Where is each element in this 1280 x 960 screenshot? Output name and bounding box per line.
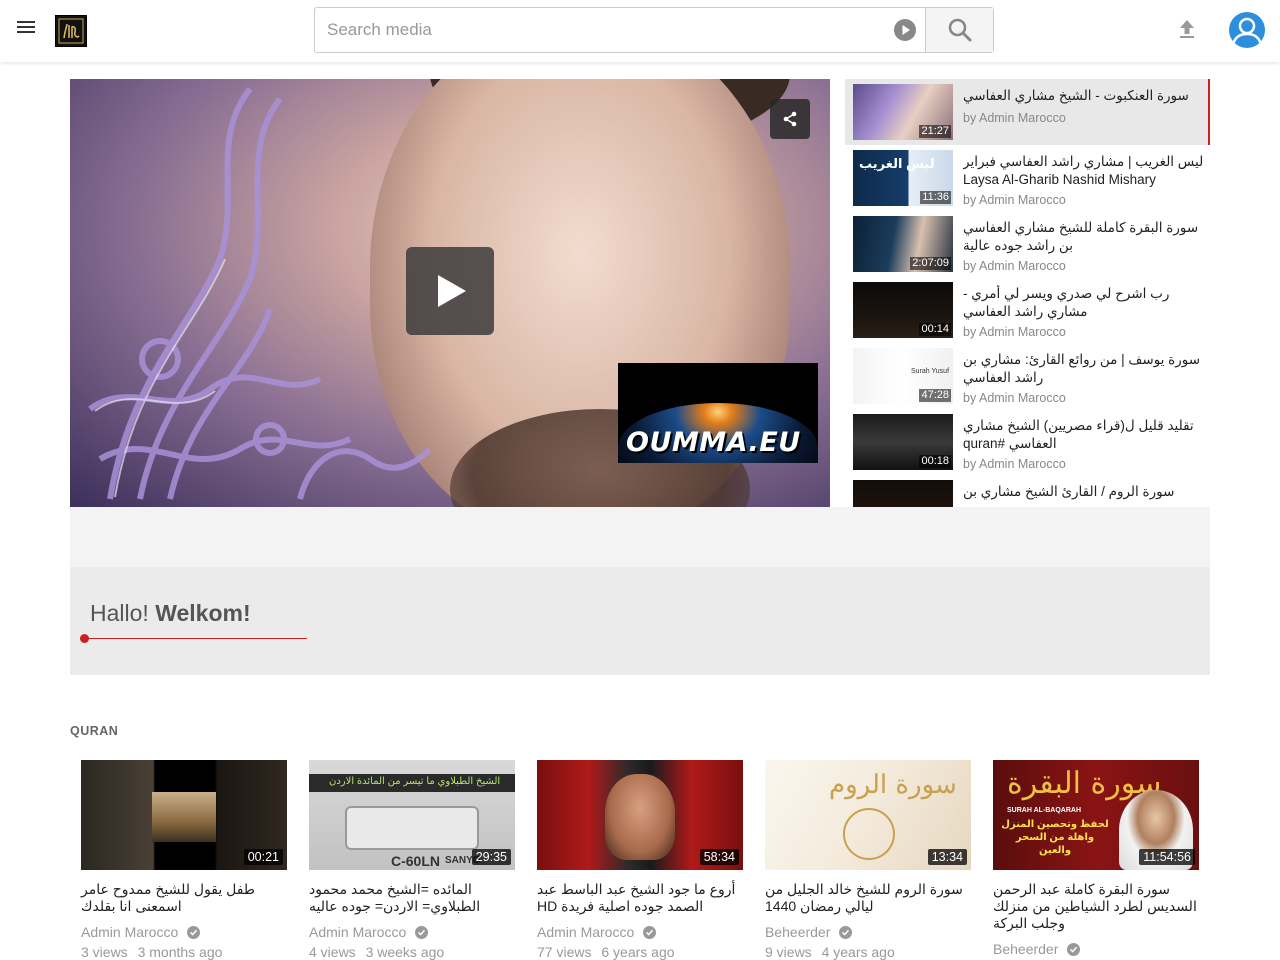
duration-badge: 21:27 [919, 125, 951, 138]
playlist-item-title: سورة العنكبوت - الشيخ مشاري العفاسي [963, 88, 1189, 103]
top-header [0, 0, 1280, 62]
thumbnail-subtitle: SURAH AL-BAQARAH [1007, 807, 1082, 814]
video-thumbnail[interactable]: الشيخ الطبلاوي ما تيسر من المائدة الاردن… [309, 760, 515, 870]
video-meta: 4 views 3 weeks ago [309, 944, 445, 960]
play-button[interactable] [406, 247, 494, 335]
player-bottom-strip [70, 507, 1210, 567]
duration-badge: 13:34 [927, 849, 967, 865]
video-author[interactable]: Admin Marocco [309, 924, 515, 940]
play-icon [438, 275, 466, 307]
video-thumbnail[interactable]: 58:34 [537, 760, 743, 870]
video-player[interactable]: OUMMA.EU [70, 79, 830, 507]
playlist-item-author: by Admin Marocco [963, 111, 1066, 125]
thumbnail-yellow-text: لحفظ وتحصين المنزل واهلة من السحر والعين [1001, 819, 1109, 856]
section-title[interactable]: QURAN [70, 724, 118, 738]
welcome-heading: Hallo! Welkom! [90, 600, 251, 626]
video-meta: 3 views 3 months ago [81, 944, 223, 960]
thumbnail-caption: ليس الغريب [859, 156, 935, 171]
thumbnail-caption: Surah Yusuf [911, 368, 950, 375]
verified-icon [187, 925, 201, 939]
playlist-thumbnail: 21:27 [853, 84, 953, 140]
playlist-item[interactable]: 00:18 تقليد قليل ل(قراء مصريين) الشيخ مش… [845, 409, 1210, 475]
duration-badge: 11:54:56 [1139, 849, 1195, 865]
video-card: 00:21 طفل يقول للشيخ ممدوح عامر اسمعنى ا… [81, 760, 287, 960]
search-icon [948, 18, 971, 42]
hamburger-menu-icon[interactable] [14, 18, 38, 42]
playlist-item-author: by Admin Marocco [963, 391, 1066, 405]
verified-icon [415, 925, 429, 939]
playlist-thumbnail: 00:14 [853, 282, 953, 338]
playlist-thumbnail: 2:07:09 [853, 216, 953, 272]
video-card: الشيخ الطبلاوي ما تيسر من المائدة الاردن… [309, 760, 515, 960]
playlist-item-author: by Admin Marocco [963, 259, 1066, 273]
playlist-item[interactable]: ليس الغريب 11:36 ليس الغريب | مشاري راشد… [845, 145, 1210, 211]
video-card: سورة البقرة SURAH AL-BAQARAH لحفظ وتحصين… [993, 760, 1199, 957]
watermark-text: OUMMA.EU [626, 427, 801, 458]
video-meta: 77 views 6 years ago [537, 944, 675, 960]
channel-watermark: OUMMA.EU [618, 363, 818, 463]
playlist-item-title: رب اشرح لي صدري ويسر لي أمري - مشاري راش… [963, 286, 1170, 319]
search-bar [314, 7, 994, 53]
playlist-item-title: تقليد قليل ل(قراء مصريين) الشيخ مشاري ال… [963, 418, 1194, 451]
thumbnail-caption: سورة الروم [829, 770, 957, 800]
playlist-item-title: سورة البقرة كاملة للشيخ مشاري العفاسي بن… [963, 220, 1199, 253]
playlist-thumbnail: ليس الغريب 11:36 [853, 150, 953, 206]
playlist-item-title: ليس الغريب | مشاري راشد العفاسي فبراير L… [963, 154, 1204, 187]
playlist-item-author: by Admin Marocco [963, 457, 1066, 471]
video-card: 58:34 أروع ما جود الشيخ عبد الباسط عبد ا… [537, 760, 743, 960]
duration-badge: 47:28 [919, 389, 951, 402]
welcome-banner: Hallo! Welkom! [70, 567, 1210, 675]
duration-badge: 58:34 [699, 849, 739, 865]
video-author[interactable]: Beheerder [993, 941, 1199, 957]
duration-badge: 00:14 [919, 323, 951, 336]
playlist-item[interactable]: سورة الروم / القارئ الشيخ مشاري بن [845, 475, 1210, 507]
video-title[interactable]: طفل يقول للشيخ ممدوح عامر اسمعنى انا بقل… [81, 881, 287, 915]
play-circle-icon[interactable] [885, 8, 925, 52]
playlist-item-author: by Admin Marocco [963, 193, 1066, 207]
video-title[interactable]: أروع ما جود الشيخ عبد الباسط عبد الصمد ج… [537, 881, 743, 915]
playlist-thumbnail [853, 480, 953, 507]
video-card: سورة الروم 13:34 سورة الروم للشيخ خالد ا… [765, 760, 971, 960]
playlist-item[interactable]: 2:07:09 سورة البقرة كاملة للشيخ مشاري ال… [845, 211, 1210, 277]
duration-badge: 2:07:09 [910, 257, 951, 270]
share-button[interactable] [770, 99, 810, 139]
cassette-label: C-60LN [391, 853, 441, 869]
video-thumbnail[interactable]: سورة البقرة SURAH AL-BAQARAH لحفظ وتحصين… [993, 760, 1199, 870]
playlist-panel: 21:27 سورة العنكبوت - الشيخ مشاري العفاس… [845, 79, 1210, 507]
video-thumbnail[interactable]: 00:21 [81, 760, 287, 870]
playlist-thumbnail: Surah Yusuf 47:28 [853, 348, 953, 404]
playlist-item[interactable]: 00:14 رب اشرح لي صدري ويسر لي أمري - مشا… [845, 277, 1210, 343]
playlist-item-title: سورة الروم / القارئ الشيخ مشاري بن [963, 484, 1175, 499]
duration-badge: 29:35 [471, 849, 511, 865]
video-meta: 9 views 4 years ago [765, 944, 895, 960]
video-title[interactable]: سورة الروم للشيخ خالد الجليل من ليالي رم… [765, 881, 971, 915]
search-button[interactable] [925, 8, 993, 52]
video-author[interactable]: Admin Marocco [81, 924, 287, 940]
share-icon [783, 111, 797, 127]
video-author[interactable]: Beheerder [765, 924, 971, 940]
duration-badge: 00:18 [919, 455, 951, 468]
thumbnail-caption: الشيخ الطبلاوي ما تيسر من المائدة الاردن [329, 776, 501, 787]
video-title[interactable]: المائده =الشيخ محمد محمود الطبلاوي= الار… [309, 881, 515, 915]
upload-icon[interactable] [1175, 16, 1199, 42]
duration-badge: 11:36 [920, 191, 951, 204]
video-thumbnail[interactable]: سورة الروم 13:34 [765, 760, 971, 870]
verified-icon [839, 925, 853, 939]
video-author[interactable]: Admin Marocco [537, 924, 743, 940]
playlist-item[interactable]: Surah Yusuf 47:28 سورة يوسف | من روائع ا… [845, 343, 1210, 409]
video-title[interactable]: سورة البقرة كاملة عبد الرحمن السديس لطرد… [993, 881, 1199, 932]
verified-icon [1067, 942, 1081, 956]
user-avatar[interactable] [1229, 12, 1265, 48]
playlist-item[interactable]: 21:27 سورة العنكبوت - الشيخ مشاري العفاس… [845, 79, 1210, 145]
playlist-item-title: سورة يوسف | من روائع القارئ: مشاري بن را… [963, 352, 1201, 385]
calligraphy-graphic [88, 87, 430, 500]
search-input[interactable] [315, 8, 885, 52]
verified-icon [643, 925, 657, 939]
playlist-thumbnail: 00:18 [853, 414, 953, 470]
site-logo[interactable] [55, 15, 87, 47]
duration-badge: 00:21 [243, 849, 283, 865]
playlist-item-author: by Admin Marocco [963, 325, 1066, 339]
welcome-underline [84, 638, 307, 639]
